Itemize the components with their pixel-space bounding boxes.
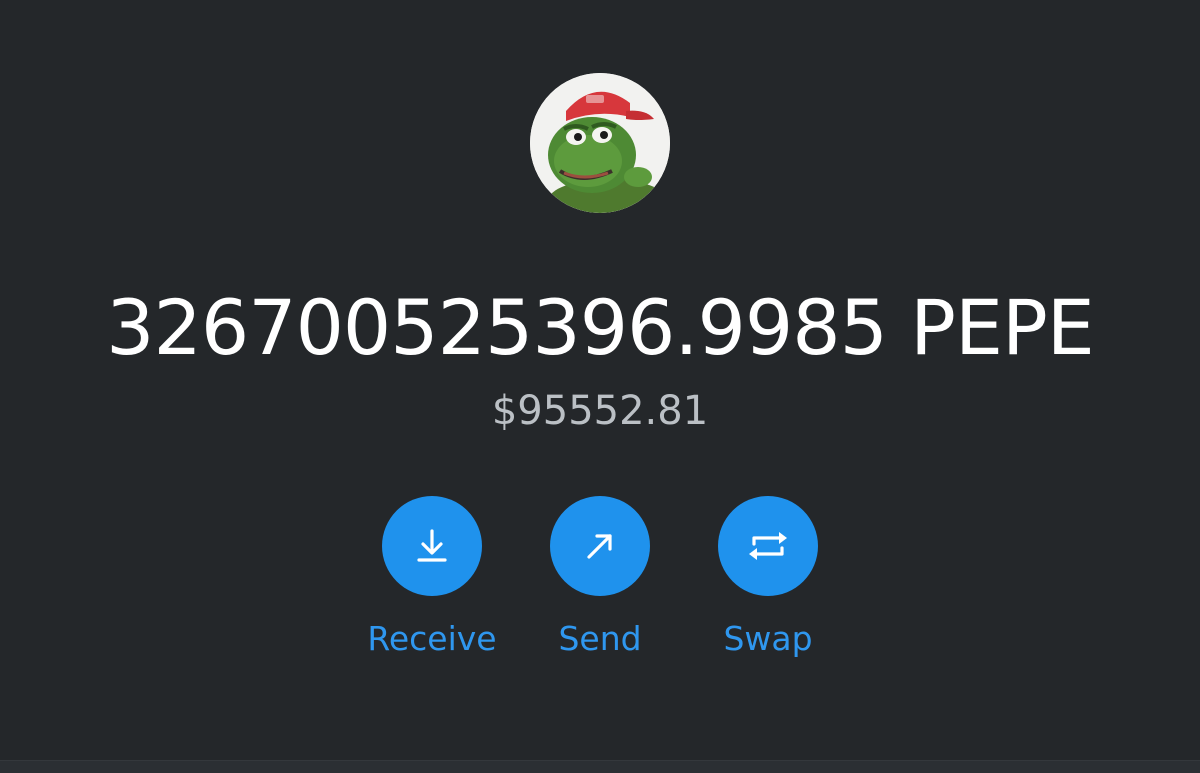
pepe-frog-token-icon (530, 73, 670, 213)
token-detail-screen: 326700525396.9985 PEPE $95552.81 Receive… (0, 0, 1200, 773)
send-button-circle[interactable] (550, 496, 650, 596)
receive-button[interactable]: Receive (352, 496, 512, 676)
diagonal-arrow-icon (587, 534, 612, 559)
receive-label: Receive (367, 619, 497, 658)
token-avatar (530, 73, 670, 213)
bottom-divider (0, 760, 1200, 773)
download-arrow-icon (417, 529, 447, 562)
swap-arrows-icon (749, 532, 787, 560)
send-label: Send (558, 619, 642, 658)
swap-label: Swap (723, 619, 813, 658)
swap-button-circle[interactable] (718, 496, 818, 596)
swap-button[interactable]: Swap (688, 496, 848, 676)
token-balance: 326700525396.9985 PEPE (106, 283, 1095, 372)
receive-button-circle[interactable] (382, 496, 482, 596)
fiat-balance: $95552.81 (491, 388, 709, 434)
send-button[interactable]: Send (520, 496, 680, 676)
